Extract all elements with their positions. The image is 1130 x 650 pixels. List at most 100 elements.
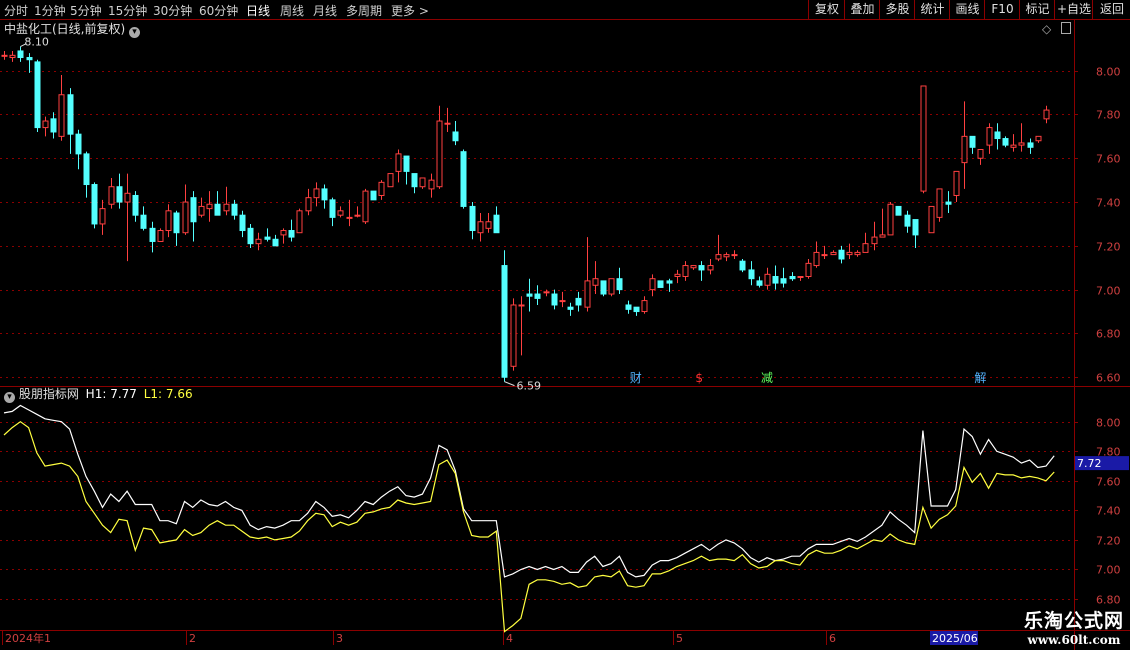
indicator-tick-label: 7.00 — [1096, 564, 1121, 577]
candle-body-down — [460, 151, 467, 207]
max-price-label: 8.10 — [24, 36, 48, 49]
event-marker: 财 — [630, 371, 642, 385]
candle-body-down — [534, 293, 541, 299]
candle-body-up — [165, 210, 172, 232]
candle-body-down — [272, 238, 279, 247]
candle-body-up — [559, 300, 566, 303]
chart-canvas[interactable]: 8.007.807.607.407.207.006.806.608.007.80… — [0, 0, 1130, 650]
event-marker: 减 — [761, 371, 773, 385]
candle-body-down — [67, 94, 74, 135]
candle-body-down — [493, 214, 500, 234]
candle-body-up — [977, 148, 984, 159]
current-value-label: 7.72 — [1077, 457, 1102, 470]
candle-body-down — [190, 197, 197, 223]
candle-body-down — [772, 276, 779, 284]
candle-body-up — [723, 254, 730, 258]
watermark-url: www.60lt.com — [1027, 633, 1121, 647]
candle-body-down — [411, 173, 418, 188]
candle-body-down — [698, 265, 705, 271]
candle-body-up — [813, 251, 820, 267]
candle-body-down — [231, 203, 238, 216]
candle-body-down — [945, 201, 952, 205]
candle-body-down — [247, 227, 254, 245]
candle-body-down — [838, 249, 845, 260]
candle-body-up — [510, 304, 517, 367]
event-marker: 解 — [974, 371, 986, 385]
candle-body-down — [600, 280, 607, 295]
candle-body-down — [17, 50, 24, 59]
candle-body-down — [895, 205, 902, 216]
candle-body-up — [58, 94, 65, 137]
candle-body-up — [928, 205, 935, 234]
watermark: 乐淘公式网 www.60lt.com — [1024, 606, 1124, 647]
candle-body-down — [748, 269, 755, 280]
event-marker: $ — [695, 371, 703, 385]
candle-body-up — [313, 188, 320, 199]
candle-body-down — [26, 57, 33, 61]
candle-body-down — [403, 155, 410, 172]
min-price-pointer — [504, 381, 515, 387]
candle-body-up — [305, 197, 312, 212]
time-label: 2 — [189, 632, 196, 645]
candle-body-down — [75, 133, 82, 155]
candle-body-up — [846, 251, 853, 256]
candle-body-down — [616, 278, 623, 291]
candle-body-down — [83, 153, 90, 186]
candle-body-down — [214, 203, 221, 216]
candle-body-down — [116, 186, 123, 203]
candle-body-down — [50, 118, 57, 133]
candle-body-down — [288, 230, 295, 238]
candle-body-down — [321, 188, 328, 201]
candle-body-up — [518, 304, 525, 307]
candle-body-up — [592, 278, 599, 286]
candle-body-up — [887, 203, 894, 236]
candle-body-down — [132, 194, 139, 216]
candle-body-up — [920, 85, 927, 192]
candle-body-down — [264, 236, 271, 240]
candle-body-down — [904, 214, 911, 227]
candle-body-down — [994, 131, 1001, 140]
price-tick-label: 6.80 — [1096, 328, 1121, 341]
watermark-title: 乐淘公式网 — [1023, 610, 1124, 632]
indicator-line-h1 — [3, 404, 1055, 578]
candle-body-up — [428, 179, 435, 190]
candle-body-up — [1035, 135, 1042, 142]
time-label: 5 — [676, 632, 683, 645]
candle-body-down — [551, 293, 558, 306]
candle-body-up — [953, 170, 960, 196]
candle-body-up — [354, 214, 361, 217]
candle-body-up — [387, 173, 394, 188]
candle-body-up — [854, 251, 861, 256]
candle-body-up — [797, 276, 804, 279]
indicator-line-l1 — [3, 420, 1055, 633]
candle-body-up — [543, 291, 550, 294]
candle-body-down — [739, 260, 746, 271]
candle-body-up — [682, 265, 689, 278]
time-label: 4 — [506, 632, 513, 645]
candle-body-up — [362, 190, 369, 223]
candle-body-up — [395, 153, 402, 172]
candle-body-up — [255, 238, 262, 245]
price-tick-label: 7.40 — [1096, 197, 1121, 210]
candle-body-up — [206, 203, 213, 210]
candle-body-up — [198, 205, 205, 216]
candle-body-up — [477, 221, 484, 234]
candle-body-up — [124, 192, 131, 203]
candle-body-up — [485, 221, 492, 229]
price-tick-label: 7.60 — [1096, 153, 1121, 166]
indicator-tick-label: 6.80 — [1096, 594, 1121, 607]
candle-body-up — [715, 254, 722, 260]
candle-body-up — [42, 120, 49, 129]
indicator-tick-label: 7.40 — [1096, 505, 1121, 518]
price-tick-label: 6.60 — [1096, 372, 1121, 385]
candle-body-down — [969, 135, 976, 148]
candle-body-up — [674, 273, 681, 278]
candle-body-down — [567, 306, 574, 310]
price-tick-label: 8.00 — [1096, 66, 1121, 79]
indicator-tick-label: 7.20 — [1096, 535, 1121, 548]
candle-body-down — [526, 293, 533, 297]
candle-body-down — [1027, 142, 1034, 148]
candle-body-down — [780, 278, 787, 284]
candle-body-up — [862, 243, 869, 253]
candle-body-down — [91, 184, 98, 225]
